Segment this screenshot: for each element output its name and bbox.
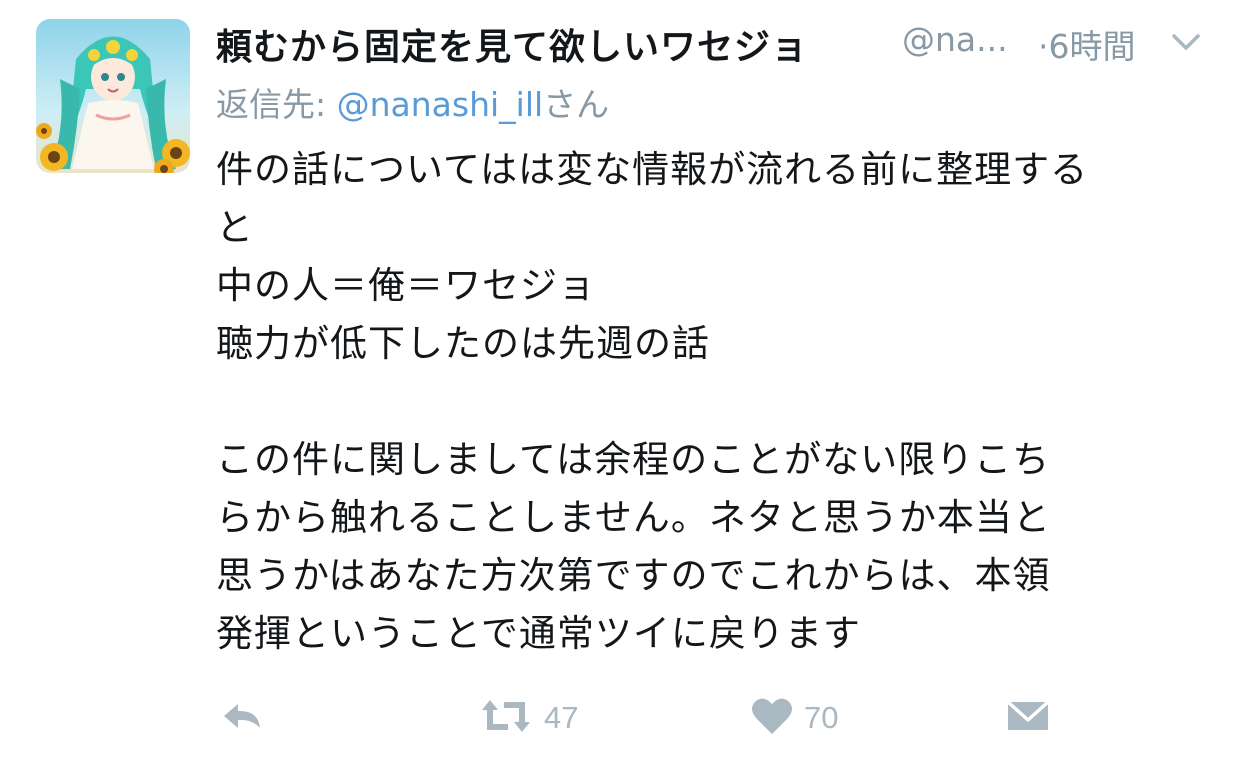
timestamp[interactable]: ·6時間 <box>1038 20 1136 68</box>
avatar[interactable] <box>36 19 190 173</box>
tweet-text-line: 件の話についてはは変な情報が流れる前に整理する <box>216 148 1089 191</box>
tweet-text-blank-line <box>216 373 1216 431</box>
tweet-actions: 47 70 <box>0 690 1242 750</box>
tweet-text-line: と <box>216 206 254 249</box>
tweet-text: 件の話についてはは変な情報が流れる前に整理する と 中の人＝俺＝ワセジョ 聴力が… <box>216 141 1216 663</box>
reply-arrow-icon <box>218 696 266 740</box>
tweet-text-line: この件に関しましては余程のことがない限りこち <box>216 438 1051 481</box>
like-count: 70 <box>804 700 839 735</box>
tweet-text-line: 中の人＝俺＝ワセジョ <box>216 264 596 307</box>
direct-message-button[interactable] <box>1006 690 1050 746</box>
display-name[interactable]: 頼むから固定を見て欲しいワセジョ <box>216 18 808 70</box>
tweet-text-line: 発揮ということで通常ツイに戻ります <box>216 612 861 655</box>
reply-prefix: 返信先: <box>216 85 337 124</box>
tweet-text-line: 聴力が低下したのは先週の話 <box>216 322 710 365</box>
tweet-header: 頼むから固定を見て欲しいワセジョ @na... ·6時間 <box>216 14 1216 70</box>
chevron-down-icon[interactable] <box>1168 28 1204 58</box>
heart-icon <box>750 696 794 740</box>
user-handle[interactable]: @na... <box>902 20 1008 59</box>
tweet-text-line: 思うかはあなた方次第ですのでこれからは、本領 <box>216 554 1051 597</box>
retweet-button[interactable]: 47 <box>478 690 578 746</box>
reply-suffix: さん <box>543 85 610 124</box>
reply-context: 返信先: @nanashi_illさん <box>216 78 609 126</box>
tweet[interactable]: 頼むから固定を見て欲しいワセジョ @na... ·6時間 返信先: @nanas… <box>0 0 1242 759</box>
tweet-text-line: らから触れることしません。ネタと思うか本当と <box>216 496 1051 539</box>
reply-button[interactable] <box>218 690 266 746</box>
envelope-icon <box>1006 696 1050 740</box>
retweet-count: 47 <box>544 700 579 735</box>
reply-mention-link[interactable]: @nanashi_ill <box>337 85 544 124</box>
like-button[interactable]: 70 <box>750 690 838 746</box>
retweet-icon <box>478 696 534 740</box>
avatar-illustration <box>36 19 190 173</box>
